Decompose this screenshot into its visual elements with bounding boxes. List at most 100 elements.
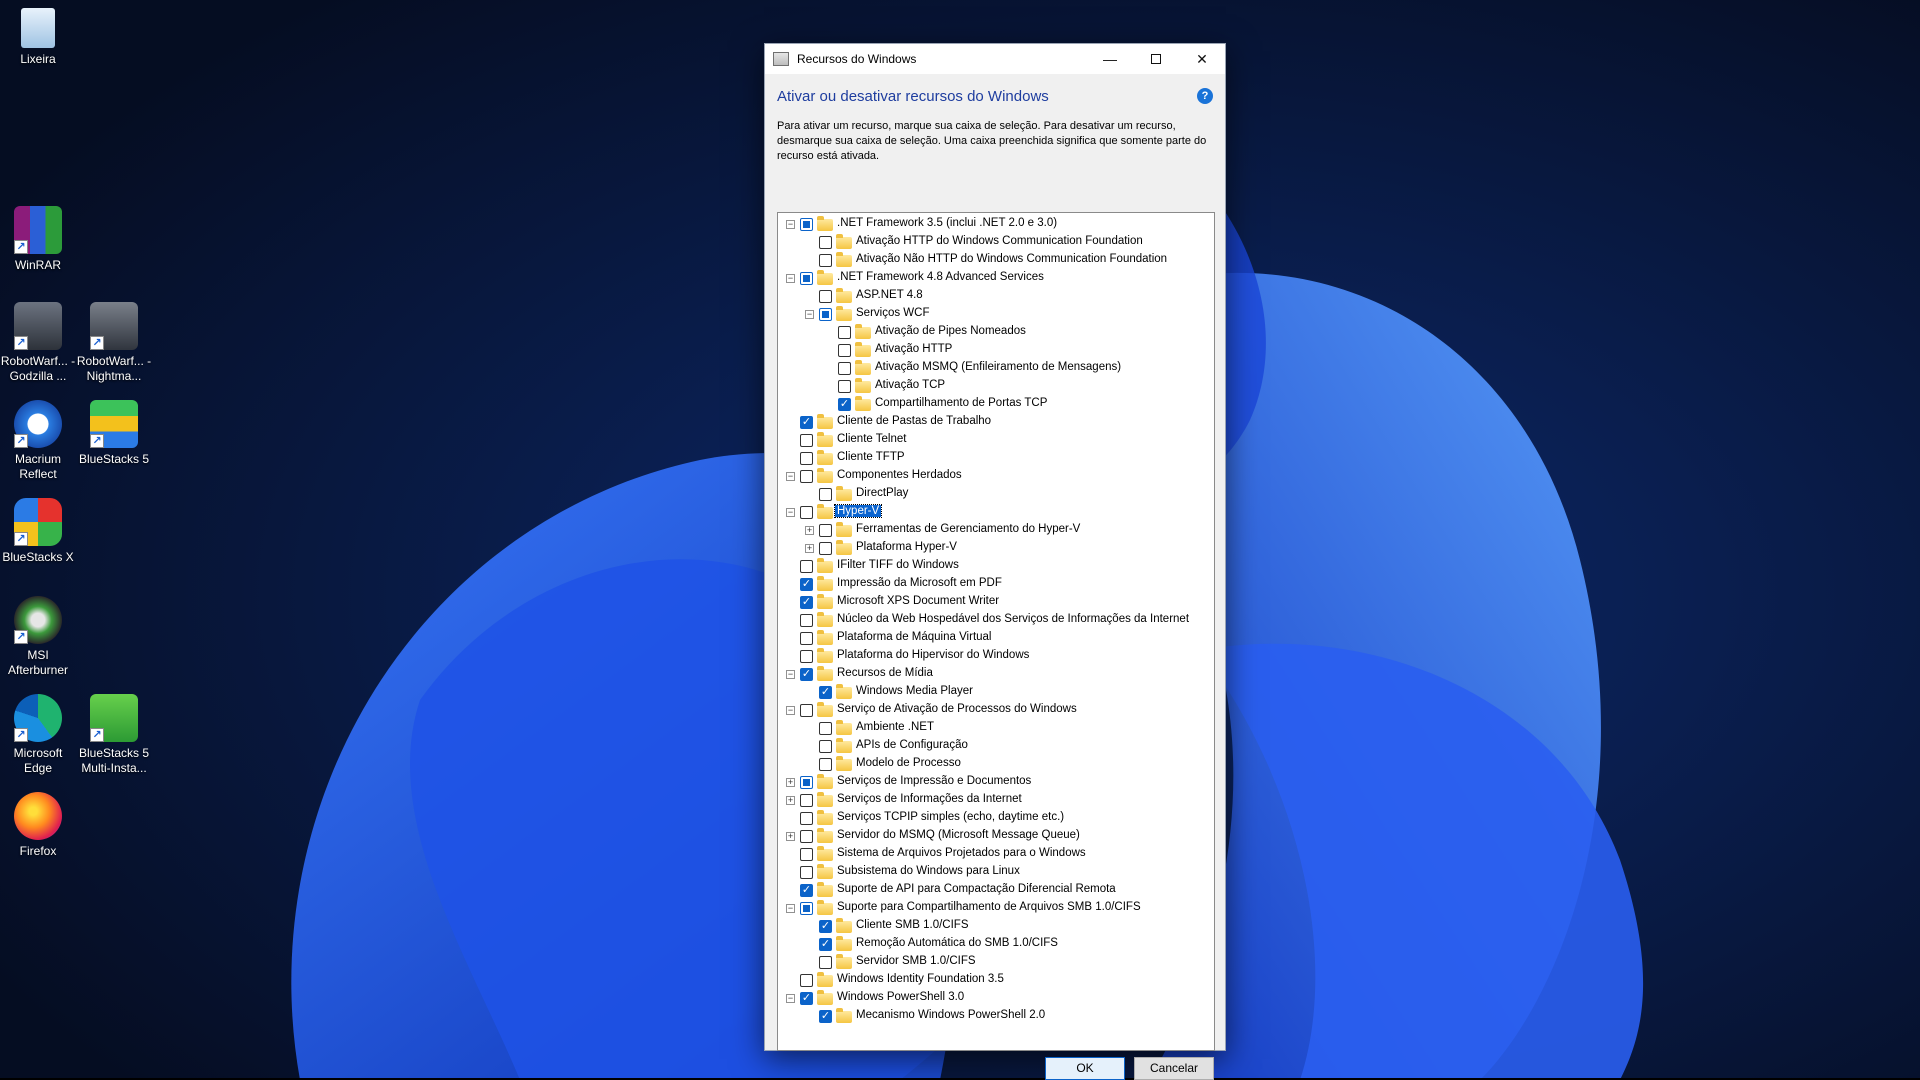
feature-row[interactable]: − Hyper-V	[778, 503, 1214, 521]
feature-row[interactable]: − .NET Framework 4.8 Advanced Services	[778, 269, 1214, 287]
feature-label[interactable]: .NET Framework 3.5 (inclui .NET 2.0 e 3.…	[837, 217, 1057, 229]
feature-label[interactable]: Ativação TCP	[875, 379, 945, 391]
feature-checkbox[interactable]	[819, 722, 832, 735]
feature-row[interactable]: ✓ Suporte de API para Compactação Diferen…	[778, 881, 1214, 899]
feature-checkbox[interactable]	[800, 632, 813, 645]
feature-checkbox[interactable]	[800, 902, 813, 915]
feature-label[interactable]: Servidor do MSMQ (Microsoft Message Queu…	[837, 829, 1080, 841]
feature-row[interactable]: Cliente Telnet	[778, 431, 1214, 449]
feature-label[interactable]: Modelo de Processo	[856, 757, 961, 769]
feature-row[interactable]: ✓ Remoção Automática do SMB 1.0/CIFS	[778, 935, 1214, 953]
feature-checkbox[interactable]	[800, 776, 813, 789]
expand-icon[interactable]: +	[786, 778, 795, 787]
feature-label[interactable]: Serviços de Impressão e Documentos	[837, 775, 1031, 787]
collapse-icon[interactable]: −	[786, 670, 795, 679]
feature-checkbox[interactable]	[838, 380, 851, 393]
feature-label[interactable]: DirectPlay	[856, 487, 908, 499]
feature-label[interactable]: Serviços WCF	[856, 307, 929, 319]
feature-checkbox[interactable]: ✓	[838, 398, 851, 411]
feature-label[interactable]: Cliente SMB 1.0/CIFS	[856, 919, 968, 931]
collapse-icon[interactable]: −	[786, 994, 795, 1003]
feature-checkbox[interactable]	[800, 848, 813, 861]
features-tree[interactable]: − .NET Framework 3.5 (inclui .NET 2.0 e 3…	[777, 212, 1215, 1051]
feature-row[interactable]: ✓ Impressão da Microsoft em PDF	[778, 575, 1214, 593]
feature-label[interactable]: Suporte para Compartilhamento de Arquivo…	[837, 901, 1141, 913]
close-button[interactable]: ✕	[1179, 44, 1225, 74]
feature-row[interactable]: Sistema de Arquivos Projetados para o Wi…	[778, 845, 1214, 863]
feature-row[interactable]: Subsistema do Windows para Linux	[778, 863, 1214, 881]
feature-row[interactable]: Ativação Não HTTP do Windows Communicati…	[778, 251, 1214, 269]
feature-label[interactable]: Núcleo da Web Hospedável dos Serviços de…	[837, 613, 1189, 625]
desktop-icon-bluestacks-x[interactable]: ↗ BlueStacks X	[0, 498, 76, 565]
feature-row[interactable]: DirectPlay	[778, 485, 1214, 503]
desktop-icon-bluestacks-multi[interactable]: ↗ BlueStacks 5 Multi-Insta...	[76, 694, 152, 776]
feature-row[interactable]: Windows Identity Foundation 3.5	[778, 971, 1214, 989]
feature-label[interactable]: Plataforma de Máquina Virtual	[837, 631, 992, 643]
feature-label[interactable]: Plataforma Hyper-V	[856, 541, 957, 553]
expand-icon[interactable]: +	[805, 544, 814, 553]
feature-checkbox[interactable]	[800, 974, 813, 987]
feature-checkbox[interactable]	[819, 542, 832, 555]
feature-row[interactable]: ✓ Compartilhamento de Portas TCP	[778, 395, 1214, 413]
feature-row[interactable]: Ativação MSMQ (Enfileiramento de Mensage…	[778, 359, 1214, 377]
feature-checkbox[interactable]	[819, 488, 832, 501]
desktop-icon-microsoft-edge[interactable]: ↗ Microsoft Edge	[0, 694, 76, 776]
feature-checkbox[interactable]	[800, 614, 813, 627]
feature-label[interactable]: Cliente TFTP	[837, 451, 905, 463]
feature-row[interactable]: Plataforma de Máquina Virtual	[778, 629, 1214, 647]
collapse-icon[interactable]: −	[786, 220, 795, 229]
feature-row[interactable]: − Serviços WCF	[778, 305, 1214, 323]
feature-label[interactable]: Impressão da Microsoft em PDF	[837, 577, 1002, 589]
feature-label[interactable]: ASP.NET 4.8	[856, 289, 923, 301]
feature-row[interactable]: + Servidor do MSMQ (Microsoft Message Que…	[778, 827, 1214, 845]
feature-checkbox[interactable]	[838, 326, 851, 339]
feature-row[interactable]: APIs de Configuração	[778, 737, 1214, 755]
feature-checkbox[interactable]	[800, 866, 813, 879]
feature-label[interactable]: Subsistema do Windows para Linux	[837, 865, 1020, 877]
desktop-icon-msi-afterburner[interactable]: ↗ MSI Afterburner	[0, 596, 76, 678]
feature-checkbox[interactable]	[819, 236, 832, 249]
feature-label[interactable]: Recursos de Mídia	[837, 667, 933, 679]
desktop-icon-winrar[interactable]: ↗ WinRAR	[0, 206, 76, 273]
desktop-icon-robotwarfare-godzilla[interactable]: ↗ RobotWarf... - Godzilla ...	[0, 302, 76, 384]
collapse-icon[interactable]: −	[786, 706, 795, 715]
feature-checkbox[interactable]	[819, 758, 832, 771]
feature-checkbox[interactable]	[819, 524, 832, 537]
feature-row[interactable]: Modelo de Processo	[778, 755, 1214, 773]
feature-row[interactable]: Ativação HTTP	[778, 341, 1214, 359]
feature-checkbox[interactable]	[819, 956, 832, 969]
feature-checkbox[interactable]	[800, 650, 813, 663]
feature-label[interactable]: Compartilhamento de Portas TCP	[875, 397, 1047, 409]
feature-row[interactable]: + Serviços de Informações da Internet	[778, 791, 1214, 809]
feature-label[interactable]: Cliente Telnet	[837, 433, 906, 445]
feature-checkbox[interactable]: ✓	[800, 668, 813, 681]
feature-checkbox[interactable]: ✓	[819, 938, 832, 951]
feature-row[interactable]: − ✓ Recursos de Mídia	[778, 665, 1214, 683]
feature-checkbox[interactable]: ✓	[819, 1010, 832, 1023]
feature-checkbox[interactable]	[800, 452, 813, 465]
feature-checkbox[interactable]	[838, 344, 851, 357]
feature-checkbox[interactable]	[800, 434, 813, 447]
feature-label[interactable]: Ativação HTTP	[875, 343, 952, 355]
feature-checkbox[interactable]	[800, 272, 813, 285]
feature-row[interactable]: Núcleo da Web Hospedável dos Serviços de…	[778, 611, 1214, 629]
expand-icon[interactable]: +	[786, 796, 795, 805]
desktop-icon-bluestacks5[interactable]: ↗ BlueStacks 5	[76, 400, 152, 467]
feature-checkbox[interactable]	[800, 704, 813, 717]
feature-label[interactable]: Suporte de API para Compactação Diferenc…	[837, 883, 1116, 895]
desktop-icon-recycle-bin[interactable]: Lixeira	[0, 8, 76, 67]
feature-label[interactable]: Remoção Automática do SMB 1.0/CIFS	[856, 937, 1058, 949]
feature-label[interactable]: Sistema de Arquivos Projetados para o Wi…	[837, 847, 1086, 859]
feature-label[interactable]: Windows Identity Foundation 3.5	[837, 973, 1004, 985]
feature-checkbox[interactable]	[800, 506, 813, 519]
feature-checkbox[interactable]	[800, 830, 813, 843]
feature-label[interactable]: .NET Framework 4.8 Advanced Services	[837, 271, 1044, 283]
collapse-icon[interactable]: −	[786, 472, 795, 481]
feature-label[interactable]: Mecanismo Windows PowerShell 2.0	[856, 1009, 1045, 1021]
feature-checkbox[interactable]: ✓	[800, 884, 813, 897]
desktop-icon-firefox[interactable]: Firefox	[0, 792, 76, 859]
feature-label[interactable]: Componentes Herdados	[837, 469, 962, 481]
feature-row[interactable]: Servidor SMB 1.0/CIFS	[778, 953, 1214, 971]
help-icon[interactable]: ?	[1197, 88, 1213, 104]
feature-label[interactable]: Plataforma do Hipervisor do Windows	[837, 649, 1029, 661]
